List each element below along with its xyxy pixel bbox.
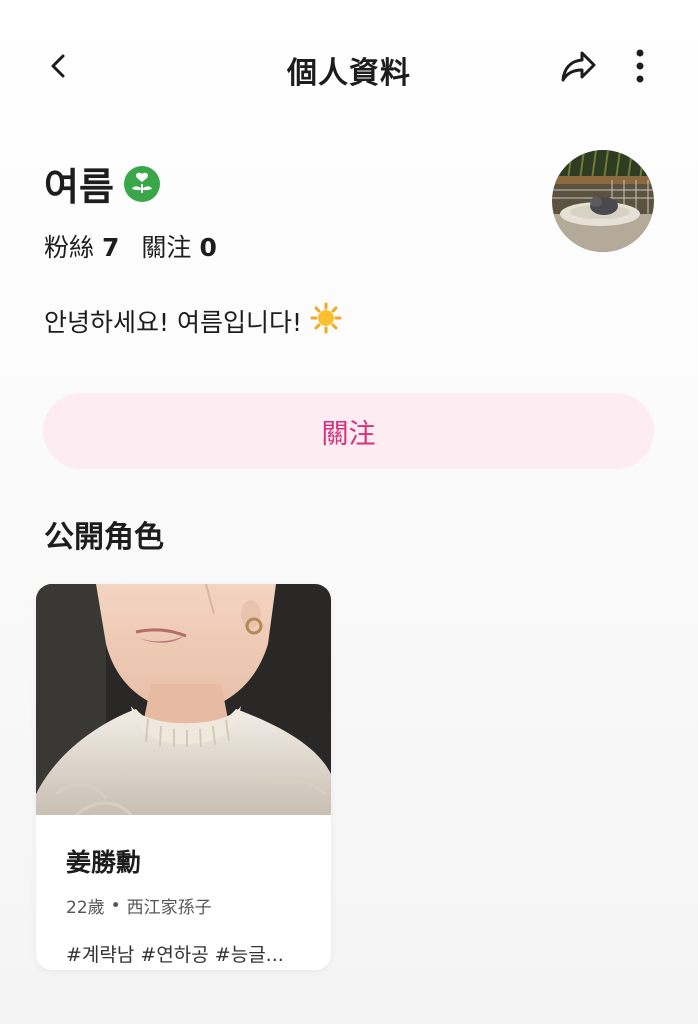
character-description: 西江家孫子: [126, 898, 212, 918]
profile-stats: 粉絲 7 關注 0: [44, 228, 217, 264]
profile-avatar[interactable]: [552, 150, 654, 252]
follow-button[interactable]: 關注: [43, 393, 654, 469]
sun-icon: [310, 302, 342, 340]
followers-stat[interactable]: 粉絲 7: [44, 228, 119, 264]
section-title-public-characters: 公開角色: [44, 520, 164, 555]
profile-name: 여름: [44, 165, 114, 209]
more-vertical-icon: [636, 49, 644, 83]
following-label: 關注: [141, 233, 192, 262]
following-count: 0: [199, 233, 217, 262]
sprout-heart-badge-icon: [123, 165, 160, 202]
bio-text: 안녕하세요! 여름입니다!: [44, 308, 302, 337]
character-card[interactable]: 姜勝勳 22歲 • 西江家孫子 #계략남 #연하공 #능글...: [36, 584, 331, 970]
character-image: [36, 584, 331, 815]
character-meta: 22歲 • 西江家孫子: [66, 893, 301, 919]
character-card-body: 姜勝勳 22歲 • 西江家孫子 #계략남 #연하공 #능글...: [36, 815, 331, 967]
character-name: 姜勝勳: [66, 848, 142, 877]
followers-label: 粉絲: [44, 233, 95, 262]
character-age: 22歲: [66, 898, 105, 918]
following-stat[interactable]: 關注 0: [141, 228, 216, 264]
character-tags: #계략남 #연하공 #능글...: [66, 944, 284, 966]
meta-separator: •: [110, 895, 121, 916]
top-bar: 個人資料: [0, 0, 698, 130]
profile-name-row: 여름: [44, 156, 160, 211]
followers-count: 7: [102, 233, 120, 262]
share-button[interactable]: [554, 44, 602, 88]
more-options-button[interactable]: [620, 44, 660, 88]
share-icon: [561, 51, 596, 82]
profile-bio: 안녕하세요! 여름입니다!: [44, 302, 342, 340]
